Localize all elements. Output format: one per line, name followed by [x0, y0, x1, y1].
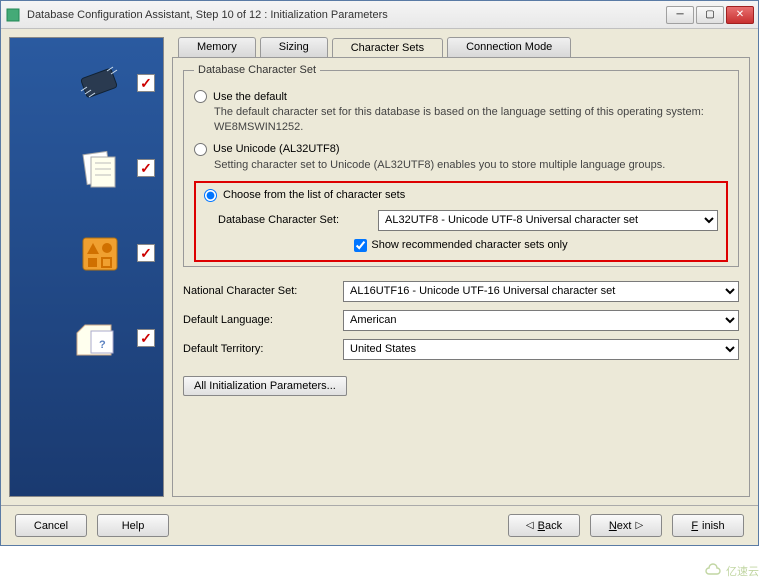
- row-default-territory: Default Territory: United States: [183, 339, 739, 360]
- label-use-unicode: Use Unicode (AL32UTF8): [213, 143, 340, 155]
- main-area: Memory Sizing Character Sets Connection …: [172, 37, 750, 497]
- select-db-charset[interactable]: AL32UTF8 - Unicode UTF-8 Universal chara…: [378, 210, 718, 231]
- maximize-button[interactable]: ▢: [696, 6, 724, 24]
- label-show-recommended: Show recommended character sets only: [371, 239, 567, 251]
- wizard-step-4: ? ✓: [18, 313, 155, 363]
- db-charset-fieldset: Database Character Set Use the default T…: [183, 64, 739, 267]
- checkbox-show-recommended[interactable]: [354, 239, 367, 252]
- tab-strip: Memory Sizing Character Sets Connection …: [172, 37, 750, 57]
- window: Database Configuration Assistant, Step 1…: [0, 0, 759, 546]
- select-national-charset[interactable]: AL16UTF16 - Unicode UTF-16 Universal cha…: [343, 281, 739, 302]
- cloud-icon: [704, 562, 722, 580]
- step-check-icon: ✓: [137, 159, 155, 177]
- row-national-charset: National Character Set: AL16UTF16 - Unic…: [183, 281, 739, 302]
- watermark: 亿速云: [704, 562, 759, 580]
- tab-memory[interactable]: Memory: [178, 37, 256, 57]
- back-arrow-icon: ◁: [526, 520, 534, 531]
- select-default-language[interactable]: American: [343, 310, 739, 331]
- app-icon: [5, 7, 21, 23]
- tab-sizing[interactable]: Sizing: [260, 37, 328, 57]
- radio-use-unicode[interactable]: [194, 143, 207, 156]
- close-button[interactable]: ✕: [726, 6, 754, 24]
- documents-icon: [69, 143, 129, 193]
- all-init-params-button[interactable]: All Initialization Parameters...: [183, 376, 347, 396]
- label-default-language: Default Language:: [183, 314, 333, 326]
- wizard-step-2: ✓: [18, 143, 155, 193]
- titlebar: Database Configuration Assistant, Step 1…: [1, 1, 758, 29]
- shapes-icon: [69, 228, 129, 278]
- step-check-icon: ✓: [137, 329, 155, 347]
- footer: Cancel Help ◁Back Next▷ Finish 亿速云: [1, 505, 758, 545]
- wizard-step-3: ✓: [18, 228, 155, 278]
- radio-choose-list[interactable]: [204, 189, 217, 202]
- label-default-territory: Default Territory:: [183, 343, 333, 355]
- label-use-default: Use the default: [213, 91, 287, 103]
- bottom-panel: All Initialization Parameters...: [183, 368, 739, 396]
- label-national-charset: National Character Set:: [183, 285, 333, 297]
- window-controls: ─ ▢ ✕: [666, 6, 754, 24]
- label-db-charset: Database Character Set:: [218, 214, 368, 226]
- fieldset-legend: Database Character Set: [194, 64, 320, 76]
- row-db-charset: Database Character Set: AL32UTF8 - Unico…: [218, 210, 718, 231]
- option-use-default[interactable]: Use the default: [194, 90, 728, 103]
- select-default-territory[interactable]: United States: [343, 339, 739, 360]
- wizard-sidebar: ✓ ✓ ✓ ? ✓: [9, 37, 164, 497]
- tab-connection-mode[interactable]: Connection Mode: [447, 37, 571, 57]
- step-check-icon: ✓: [137, 244, 155, 262]
- next-arrow-icon: ▷: [635, 520, 643, 531]
- tab-character-sets[interactable]: Character Sets: [332, 38, 443, 58]
- highlight-box: Choose from the list of character sets D…: [194, 181, 728, 262]
- minimize-button[interactable]: ─: [666, 6, 694, 24]
- step-check-icon: ✓: [137, 74, 155, 92]
- desc-use-default: The default character set for this datab…: [214, 105, 728, 135]
- radio-use-default[interactable]: [194, 90, 207, 103]
- tab-panel: Database Character Set Use the default T…: [172, 57, 750, 497]
- option-use-unicode[interactable]: Use Unicode (AL32UTF8): [194, 143, 728, 156]
- back-button[interactable]: ◁Back: [508, 514, 580, 537]
- body: ✓ ✓ ✓ ? ✓ Memor: [1, 29, 758, 505]
- option-choose-list[interactable]: Choose from the list of character sets: [204, 189, 718, 202]
- chip-icon: [69, 58, 129, 108]
- help-button[interactable]: Help: [97, 514, 169, 537]
- label-choose-list: Choose from the list of character sets: [223, 189, 405, 201]
- next-button[interactable]: Next▷: [590, 514, 662, 537]
- cancel-button[interactable]: Cancel: [15, 514, 87, 537]
- row-default-language: Default Language: American: [183, 310, 739, 331]
- window-title: Database Configuration Assistant, Step 1…: [27, 9, 666, 21]
- row-show-recommended: Show recommended character sets only: [204, 239, 718, 252]
- desc-use-unicode: Setting character set to Unicode (AL32UT…: [214, 158, 728, 173]
- wizard-step-1: ✓: [18, 58, 155, 108]
- finish-button[interactable]: Finish: [672, 514, 744, 537]
- svg-text:?: ?: [99, 339, 106, 351]
- question-doc-icon: ?: [69, 313, 129, 363]
